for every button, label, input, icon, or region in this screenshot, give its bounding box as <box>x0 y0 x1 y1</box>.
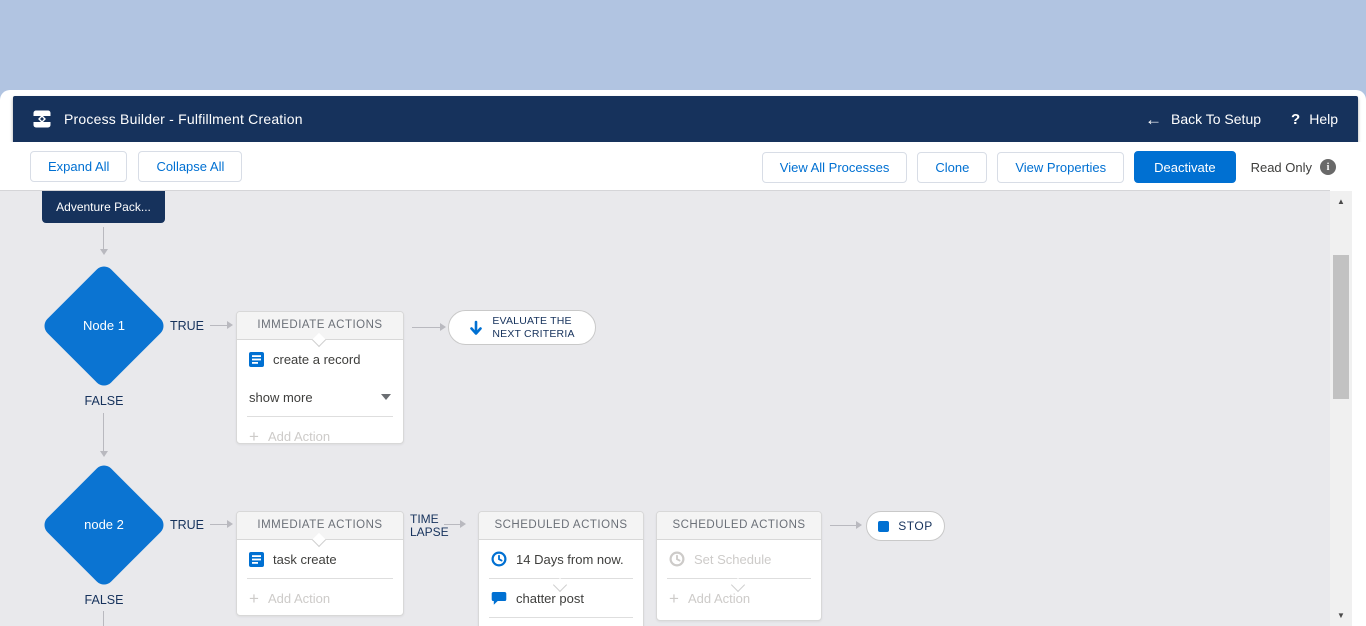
record-icon <box>249 551 264 567</box>
back-to-setup-link[interactable]: ← Back To Setup <box>1145 111 1261 128</box>
evaluate-pill-label: EVALUATE THE NEXT CRITERIA <box>492 315 574 340</box>
add-action-button-1: + Add Action <box>237 417 403 455</box>
evaluate-line2: NEXT CRITERIA <box>492 327 575 340</box>
trigger-node[interactable]: Adventure Pack... <box>42 191 165 223</box>
add-action-label: Add Action <box>267 428 331 444</box>
action-label: create a record <box>273 351 361 367</box>
arrowhead-right-icon <box>227 321 233 329</box>
toolbar-right: View All Processes Clone View Properties… <box>761 151 1336 183</box>
connector-false2 <box>103 611 104 626</box>
view-all-processes-button[interactable]: View All Processes <box>761 151 908 183</box>
plus-icon: + <box>669 588 679 608</box>
criteria-node-1[interactable] <box>40 262 168 390</box>
arrowhead-down-icon <box>100 451 108 457</box>
add-action-label: Add Action <box>267 590 331 606</box>
collapse-all-button[interactable]: Collapse All <box>138 151 243 182</box>
record-icon <box>249 351 264 367</box>
plus-icon: + <box>249 426 259 446</box>
action-label: task create <box>273 551 337 567</box>
connector-timelapse <box>444 524 460 525</box>
expand-all-button[interactable]: Expand All <box>30 151 128 182</box>
process-canvas: Adventure Pack... Node 1 TRUE FALSE IMME… <box>0 190 1330 626</box>
false-label-node2: FALSE <box>84 593 124 607</box>
immediate-actions-box-1: IMMEDIATE ACTIONS create a record show m… <box>236 311 404 445</box>
evaluate-line1: EVALUATE THE <box>492 314 572 327</box>
arrowhead-right-icon <box>440 323 446 331</box>
clock-icon <box>669 551 685 567</box>
stop-square-icon <box>878 520 890 532</box>
scheduled-actions-2-header: SCHEDULED ACTIONS <box>657 512 821 540</box>
info-icon[interactable]: i <box>1320 159 1336 175</box>
help-icon: ? <box>1291 110 1301 128</box>
time-lapse-line2: LAPSE <box>410 525 449 539</box>
help-label: Help <box>1309 111 1338 127</box>
immediate-actions-1-header: IMMEDIATE ACTIONS <box>237 312 403 348</box>
scroll-up-icon[interactable]: ▲ <box>1330 197 1352 206</box>
app-header: Process Builder - Fulfillment Creation ←… <box>13 96 1358 142</box>
clone-button[interactable]: Clone <box>917 151 988 183</box>
back-to-setup-label: Back To Setup <box>1171 111 1262 127</box>
connector-imm1-eval <box>412 327 440 328</box>
connector-false1 <box>103 413 104 451</box>
vertical-scrollbar: ▲ ▼ <box>1330 191 1352 626</box>
toolbar: Expand All Collapse All View All Process… <box>0 142 1366 190</box>
arrowhead-right-icon <box>856 521 862 529</box>
toolbar-left: Expand All Collapse All <box>30 151 243 182</box>
arrowhead-down-icon <box>100 249 108 255</box>
true-label-node1: TRUE <box>169 319 205 333</box>
scheduled-actions-2-title: SCHEDULED ACTIONS <box>672 519 806 531</box>
immediate-actions-box-2: IMMEDIATE ACTIONS task create + Add Acti… <box>236 511 404 616</box>
scheduled-actions-box-1: SCHEDULED ACTIONS 14 Days from now. chat… <box>478 511 644 626</box>
read-only-label: Read Only <box>1250 159 1312 175</box>
criteria-node-2[interactable] <box>40 461 168 589</box>
time-lapse-line1: TIME <box>410 512 439 526</box>
plus-icon: + <box>249 588 259 608</box>
schedule-label: 14 Days from now. <box>516 551 624 567</box>
header-actions: ← Back To Setup ? Help <box>1145 111 1338 128</box>
help-link[interactable]: ? Help <box>1291 111 1338 127</box>
scroll-down-icon[interactable]: ▼ <box>1330 611 1352 620</box>
process-builder-icon <box>33 110 51 128</box>
set-schedule-button: Set Schedule <box>657 540 821 578</box>
stop-label: STOP <box>898 519 933 533</box>
page-title: Process Builder - Fulfillment Creation <box>64 111 303 127</box>
view-properties-button[interactable]: View Properties <box>997 151 1125 183</box>
scheduled-actions-1-title: SCHEDULED ACTIONS <box>494 519 628 531</box>
scheduled-actions-box-2: SCHEDULED ACTIONS Set Schedule + Add Act… <box>656 511 822 621</box>
schedule-14-days[interactable]: 14 Days from now. <box>479 540 643 578</box>
true-label-node2: TRUE <box>169 518 205 532</box>
chatter-icon <box>491 591 507 606</box>
false-label-node1: FALSE <box>84 394 124 408</box>
show-more-toggle[interactable]: show more <box>237 378 403 416</box>
arrowhead-right-icon <box>460 520 466 528</box>
show-more-label: show more <box>249 389 313 405</box>
immediate-actions-1-title: IMMEDIATE ACTIONS <box>257 319 383 331</box>
immediate-actions-2-title: IMMEDIATE ACTIONS <box>257 519 383 531</box>
action-label: chatter post <box>516 590 584 606</box>
connector-stop <box>830 525 856 526</box>
connector-trigger-node1 <box>103 227 104 249</box>
read-only-status: Read Only i <box>1251 159 1336 175</box>
clock-icon <box>491 551 507 567</box>
arrowhead-right-icon <box>227 520 233 528</box>
connector-true2 <box>210 524 227 525</box>
scrollbar-thumb[interactable] <box>1333 255 1349 399</box>
arrow-down-icon <box>469 320 483 336</box>
add-action-label: Add Action <box>687 590 751 606</box>
evaluate-next-criteria-pill: EVALUATE THE NEXT CRITERIA <box>448 310 596 345</box>
add-action-button-2: + Add Action <box>237 579 403 617</box>
connector-true1 <box>210 325 227 326</box>
chevron-down-icon <box>381 394 391 400</box>
back-arrow-icon: ← <box>1145 109 1162 129</box>
set-schedule-label: Set Schedule <box>694 551 772 567</box>
immediate-actions-2-header: IMMEDIATE ACTIONS <box>237 512 403 548</box>
stop-pill: STOP <box>866 511 945 541</box>
deactivate-button[interactable]: Deactivate <box>1134 151 1236 183</box>
time-lapse-label: TIME LAPSE <box>410 513 456 539</box>
divider <box>489 617 633 618</box>
scheduled-actions-1-header: SCHEDULED ACTIONS <box>479 512 643 540</box>
